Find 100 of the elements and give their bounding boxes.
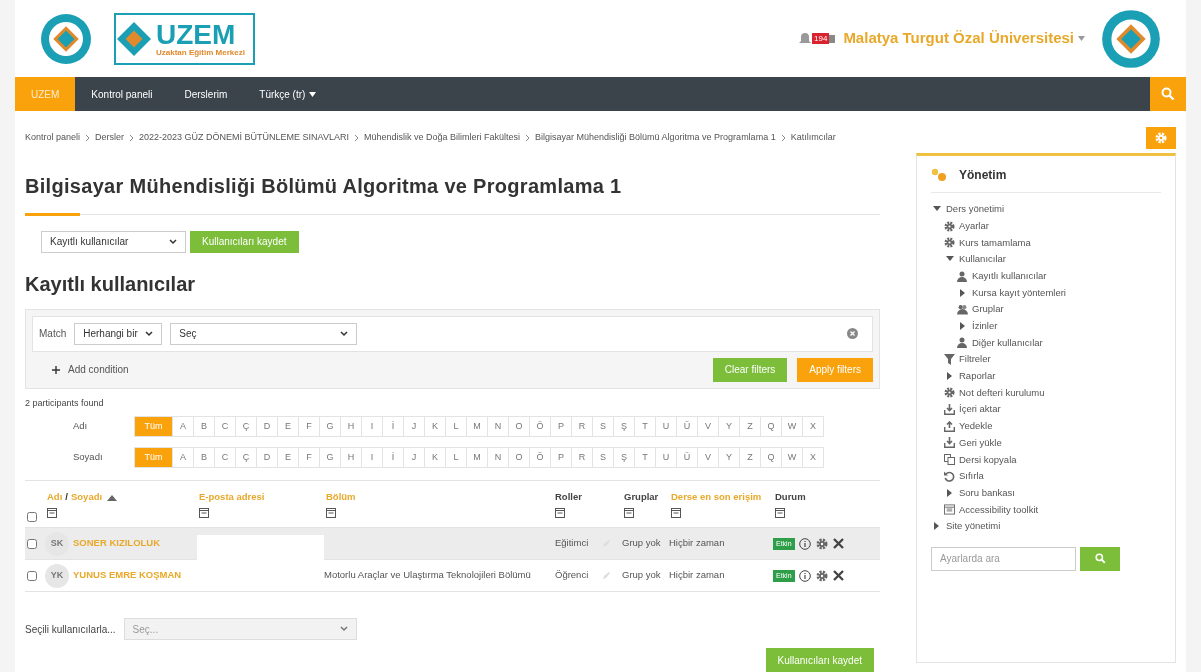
select-all-checkbox[interactable] — [27, 512, 37, 522]
initial-letter-button[interactable]: V — [698, 447, 719, 468]
initial-letter-button[interactable]: L — [446, 416, 467, 437]
initial-letter-button[interactable]: İ — [383, 416, 404, 437]
initial-letter-button[interactable]: X — [803, 416, 824, 437]
initial-letter-button[interactable]: İ — [383, 447, 404, 468]
expanded-arrow-icon[interactable] — [945, 256, 954, 263]
add-condition-link[interactable]: Add condition — [52, 362, 129, 377]
initial-letter-button[interactable]: D — [257, 416, 278, 437]
nav-link[interactable]: Türkçe (tr) — [243, 77, 333, 111]
tree-branch-label[interactable]: Raporlar — [959, 369, 996, 384]
initial-letter-button[interactable]: K — [425, 416, 446, 437]
admin-link[interactable]: İçeri aktar — [959, 402, 1001, 417]
initial-letter-button[interactable]: Ö — [530, 416, 551, 437]
initial-letter-button[interactable]: S — [593, 447, 614, 468]
collapse-column-icon[interactable] — [555, 507, 565, 518]
initial-letter-button[interactable]: B — [194, 447, 215, 468]
admin-link[interactable]: Yedekle — [959, 419, 993, 434]
initial-letter-button[interactable]: F — [299, 447, 320, 468]
admin-link[interactable]: Gruplar — [972, 302, 1004, 317]
initial-letter-button[interactable]: Ö — [530, 447, 551, 468]
initial-letter-button[interactable]: J — [404, 416, 425, 437]
collapsed-arrow-icon[interactable] — [933, 522, 940, 531]
admin-link[interactable]: Accessibility toolkit — [959, 502, 1039, 517]
initial-letter-button[interactable]: I — [362, 416, 383, 437]
initial-letter-button[interactable]: Y — [719, 447, 740, 468]
initial-letter-button[interactable]: A — [173, 447, 194, 468]
breadcrumb-link[interactable]: Dersler — [95, 131, 125, 145]
breadcrumb-link[interactable]: Mühendislik ve Doğa Bilimleri Fakültesi — [363, 131, 521, 145]
initial-letter-button[interactable]: G — [320, 416, 341, 437]
initial-letter-button[interactable]: N — [488, 416, 509, 437]
initial-letter-button[interactable]: R — [572, 416, 593, 437]
collapsed-arrow-icon[interactable] — [946, 489, 953, 498]
collapsed-arrow-icon[interactable] — [959, 288, 966, 297]
initial-letter-button[interactable]: Ü — [677, 447, 698, 468]
admin-link[interactable]: Diğer kullanıcılar — [972, 335, 1043, 350]
collapse-column-icon[interactable] — [671, 507, 681, 518]
initial-letter-button[interactable]: C — [215, 447, 236, 468]
info-icon[interactable] — [798, 537, 811, 550]
initial-letter-button[interactable]: N — [488, 447, 509, 468]
collapse-column-icon[interactable] — [624, 507, 634, 518]
row-checkbox[interactable] — [27, 570, 37, 581]
initial-letter-button[interactable]: Z — [740, 416, 761, 437]
admin-link[interactable]: Kayıtlı kullanıcılar — [972, 268, 1047, 284]
initial-letter-button[interactable]: A — [173, 416, 194, 437]
expanded-arrow-icon[interactable] — [932, 206, 941, 213]
nav-link[interactable]: Kontrol paneli — [75, 77, 169, 111]
initial-letter-button[interactable]: H — [341, 416, 362, 437]
admin-link[interactable]: Geri yükle — [959, 435, 1002, 451]
info-icon[interactable] — [798, 569, 811, 582]
close-icon[interactable] — [832, 570, 844, 581]
tree-branch-label[interactable]: Ders yönetimi — [946, 202, 1005, 217]
condition-select[interactable]: Seç — [170, 322, 358, 345]
breadcrumb-current[interactable]: Katılımcılar — [790, 131, 836, 145]
admin-link[interactable]: Not defteri kurulumu — [959, 385, 1045, 401]
initial-letter-button[interactable]: P — [551, 447, 572, 468]
collapsed-arrow-icon[interactable] — [959, 322, 966, 331]
bulk-action-select[interactable]: Seç... — [123, 618, 357, 640]
initial-letter-button[interactable]: K — [425, 447, 446, 468]
collapse-column-icon[interactable] — [47, 507, 57, 518]
breadcrumb-link[interactable]: Kontrol paneli — [25, 131, 81, 145]
initial-letter-button[interactable]: R — [572, 447, 593, 468]
tree-branch-label[interactable]: Site yönetimi — [946, 519, 1001, 534]
close-icon[interactable] — [832, 538, 844, 549]
initial-letter-button[interactable]: O — [509, 447, 530, 468]
collapsed-arrow-icon[interactable] — [946, 372, 953, 381]
initial-letter-button[interactable]: Ç — [236, 416, 257, 437]
admin-link[interactable]: Ayarlar — [959, 218, 989, 234]
initial-letter-button[interactable]: E — [278, 447, 299, 468]
initial-letter-button[interactable]: T — [635, 447, 656, 468]
collapse-column-icon[interactable] — [326, 507, 336, 518]
breadcrumb-link[interactable]: Bilgisayar Mühendisliği Bölümü Algoritma ve Programlama 1 — [535, 131, 776, 145]
breadcrumb-link[interactable]: 2022-2023 GÜZ DÖNEMİ BÜTÜNLEME SINAVLARI — [139, 131, 349, 145]
match-select[interactable]: Herhangi bir — [74, 322, 163, 345]
initial-letter-button[interactable]: T — [635, 416, 656, 437]
nav-link[interactable]: Derslerim — [168, 77, 244, 111]
initial-letter-button[interactable]: U — [656, 416, 677, 437]
initial-letter-button[interactable]: W — [782, 416, 803, 437]
initial-letter-button[interactable]: Q — [761, 416, 782, 437]
tree-branch-label[interactable]: Soru bankası — [959, 485, 1015, 501]
admin-link[interactable]: Filtreler — [959, 352, 991, 367]
initial-letter-button[interactable]: Ş — [614, 416, 635, 437]
initial-letter-button[interactable]: Ş — [614, 447, 635, 468]
initial-letter-button[interactable]: Ü — [677, 416, 698, 437]
initial-letter-button[interactable]: E — [278, 416, 299, 437]
tree-branch-label[interactable]: Kursa kayıt yöntemleri — [972, 285, 1066, 300]
initial-letter-button[interactable]: S — [593, 416, 614, 437]
initial-letter-button[interactable]: Ç — [236, 447, 257, 468]
initial-letter-button[interactable]: D — [257, 447, 278, 468]
enrol-method-select[interactable]: Kayıtlı kullanıcılar — [41, 230, 186, 253]
row-checkbox[interactable] — [27, 538, 37, 549]
initial-letter-button[interactable]: F — [299, 416, 320, 437]
initial-letter-button[interactable]: X — [803, 447, 824, 468]
gear-icon[interactable] — [815, 537, 828, 550]
initial-letter-button[interactable]: Q — [761, 447, 782, 468]
collapse-column-icon[interactable] — [199, 507, 209, 518]
initial-letter-button[interactable]: M — [467, 447, 488, 468]
remove-condition-icon[interactable] — [847, 328, 858, 339]
initial-letter-button[interactable]: I — [362, 447, 383, 468]
tree-branch-label[interactable]: İzinler — [972, 319, 998, 334]
